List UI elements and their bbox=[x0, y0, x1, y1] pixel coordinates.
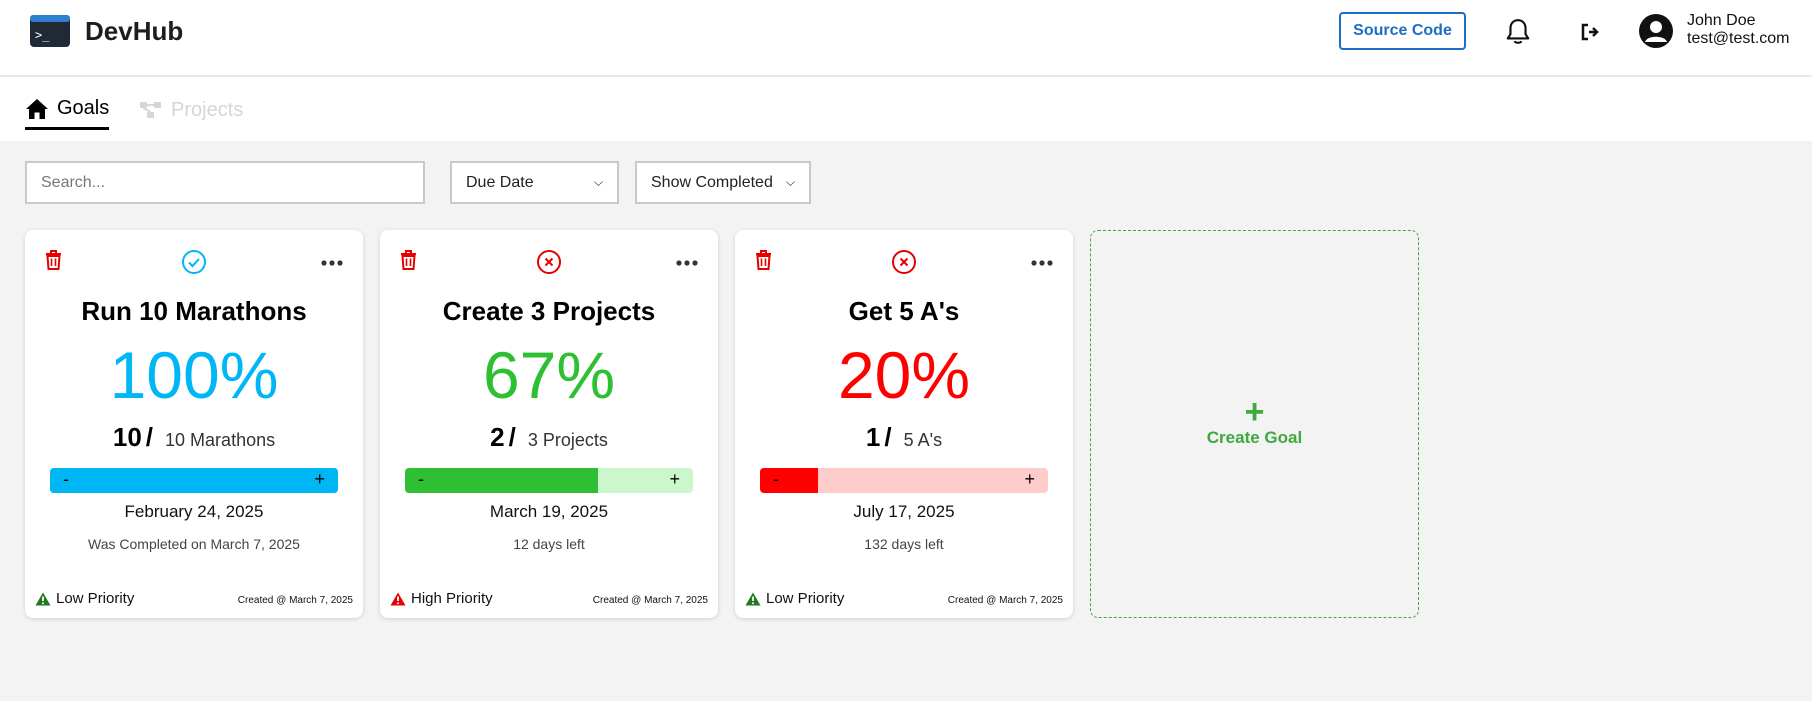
warning-triangle-icon bbox=[745, 592, 761, 605]
goal-card: Run 10 Marathons 100% 10 / 10 Marathons … bbox=[25, 230, 363, 618]
decrement-button[interactable]: - bbox=[63, 468, 69, 493]
goal-total: 5 A's bbox=[903, 430, 943, 450]
goal-total: 3 Projects bbox=[527, 430, 608, 450]
progress-fill bbox=[760, 468, 818, 493]
tab-projects-label: Projects bbox=[171, 98, 244, 121]
days-left: 132 days left bbox=[864, 536, 944, 552]
goal-percent: 67% bbox=[482, 338, 616, 412]
trash-icon[interactable] bbox=[44, 249, 63, 271]
goal-current: 1 bbox=[865, 422, 881, 452]
create-goal-label: Create Goal bbox=[1206, 428, 1303, 447]
progress-bar: - + bbox=[760, 468, 1048, 493]
days-left: 12 days left bbox=[513, 536, 585, 552]
increment-button[interactable]: + bbox=[314, 468, 325, 493]
increment-button[interactable]: + bbox=[669, 468, 680, 493]
priority-text: Low Priority bbox=[766, 590, 845, 607]
goal-percent: 20% bbox=[837, 338, 971, 412]
x-circle-icon bbox=[892, 250, 916, 274]
svg-text:>_: >_ bbox=[35, 28, 50, 42]
priority-label: Low Priority bbox=[35, 590, 134, 607]
sort-select-value: Due Date bbox=[466, 173, 534, 191]
home-icon bbox=[26, 98, 48, 119]
goal-status-text: Was Completed on March 7, 2025 bbox=[88, 536, 300, 552]
due-date: February 24, 2025 bbox=[124, 502, 264, 521]
user-email: test@test.com bbox=[1687, 30, 1790, 47]
priority-label: Low Priority bbox=[745, 590, 844, 607]
due-date: March 19, 2025 bbox=[489, 502, 609, 521]
goal-percent: 100% bbox=[109, 338, 279, 412]
goal-title: Get 5 A's bbox=[848, 296, 960, 326]
created-date: Created @ March 7, 2025 bbox=[947, 595, 1063, 606]
goal-count: 10 / 10 Marathons bbox=[25, 422, 363, 453]
priority-text: High Priority bbox=[411, 590, 493, 607]
goal-current: 10 bbox=[112, 422, 142, 452]
progress-fill bbox=[405, 468, 598, 493]
progress-bar: - + bbox=[50, 468, 338, 493]
plus-icon: + bbox=[1244, 393, 1265, 431]
goal-current: 2 bbox=[490, 422, 505, 452]
count-separator: / bbox=[884, 422, 892, 452]
top-header: >_ DevHub Source Code John Doe test@test… bbox=[0, 0, 1812, 76]
check-circle-icon bbox=[182, 250, 206, 274]
progress-bar: - + bbox=[405, 468, 693, 493]
bell-icon[interactable] bbox=[1505, 18, 1531, 46]
trash-icon[interactable] bbox=[399, 249, 418, 271]
trash-icon[interactable] bbox=[754, 249, 773, 271]
priority-label: High Priority bbox=[390, 590, 493, 607]
decrement-button[interactable]: - bbox=[773, 468, 779, 493]
goal-count: 2 / 3 Projects bbox=[380, 422, 718, 453]
more-options-icon[interactable] bbox=[676, 260, 698, 266]
filter-select[interactable]: Show Completed ⌵ bbox=[635, 161, 811, 204]
decrement-button[interactable]: - bbox=[418, 468, 424, 493]
tab-goals-label: Goals bbox=[57, 97, 110, 119]
user-name: John Doe bbox=[1687, 12, 1756, 29]
tab-goals[interactable]: Goals bbox=[25, 92, 110, 130]
search-input[interactable] bbox=[25, 161, 425, 204]
chevron-down-icon: ⌵ bbox=[593, 175, 603, 189]
count-separator: / bbox=[145, 422, 154, 452]
increment-button[interactable]: + bbox=[1024, 468, 1035, 493]
project-tree-icon bbox=[140, 102, 161, 118]
app-title: DevHub bbox=[85, 16, 184, 46]
logout-icon[interactable] bbox=[1580, 22, 1600, 42]
chevron-down-icon: ⌵ bbox=[785, 175, 795, 189]
warning-triangle-icon bbox=[390, 592, 406, 605]
goal-title: Create 3 Projects bbox=[442, 296, 656, 326]
avatar-icon[interactable] bbox=[1639, 14, 1673, 48]
due-date: July 17, 2025 bbox=[853, 502, 955, 521]
goal-card: Get 5 A's 20% 1 / 5 A's - + July 17, 202… bbox=[735, 230, 1073, 618]
source-code-button[interactable]: Source Code bbox=[1339, 12, 1466, 50]
priority-text: Low Priority bbox=[56, 590, 135, 607]
sort-select[interactable]: Due Date ⌵ bbox=[450, 161, 619, 204]
filter-select-value: Show Completed bbox=[651, 173, 773, 191]
goal-count: 1 / 5 A's bbox=[735, 422, 1073, 453]
create-goal-button[interactable]: + Create Goal bbox=[1090, 230, 1419, 618]
terminal-logo-icon: >_ bbox=[30, 15, 70, 47]
count-separator: / bbox=[508, 422, 516, 452]
created-date: Created @ March 7, 2025 bbox=[237, 595, 353, 606]
goal-total: 10 Marathons bbox=[165, 430, 276, 450]
x-circle-icon bbox=[537, 250, 561, 274]
more-options-icon[interactable] bbox=[321, 260, 343, 266]
warning-triangle-icon bbox=[35, 592, 51, 605]
tab-projects[interactable]: Projects bbox=[139, 92, 243, 128]
created-date: Created @ March 7, 2025 bbox=[592, 595, 708, 606]
goal-title: Run 10 Marathons bbox=[81, 296, 307, 326]
more-options-icon[interactable] bbox=[1031, 260, 1053, 266]
tab-bar: Goals Projects bbox=[0, 77, 1812, 141]
progress-fill bbox=[50, 468, 338, 493]
goal-card: Create 3 Projects 67% 2 / 3 Projects - +… bbox=[380, 230, 718, 618]
